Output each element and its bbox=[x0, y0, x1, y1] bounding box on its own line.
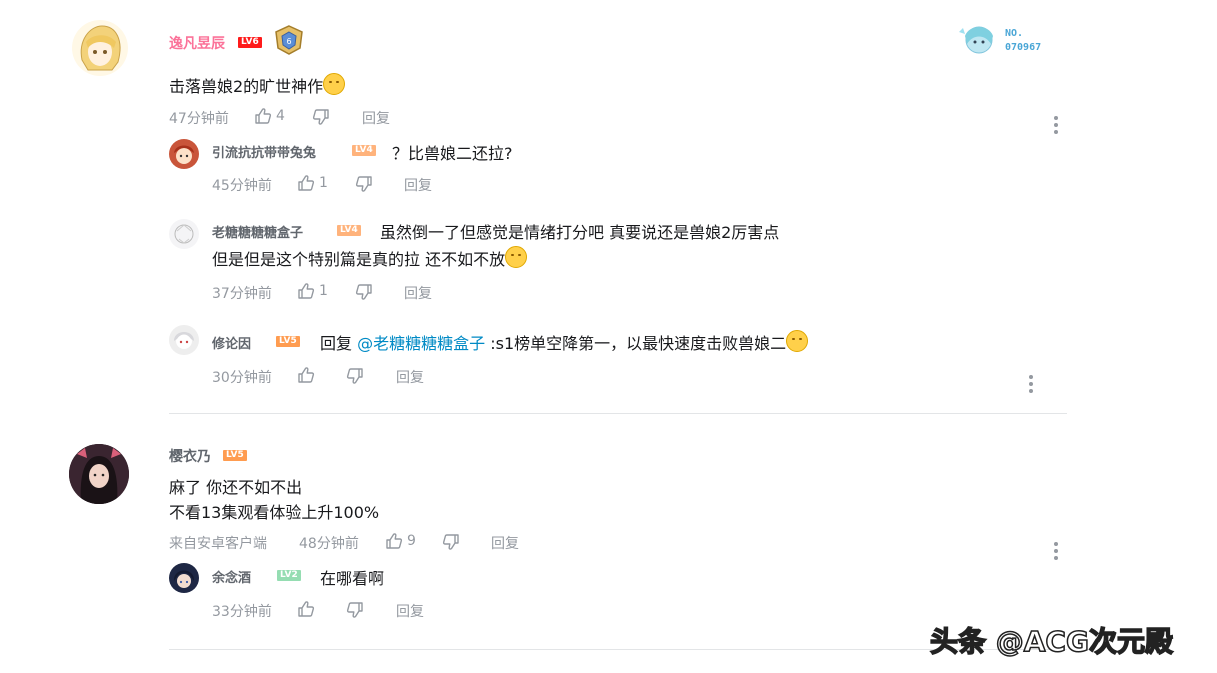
reply-button[interactable]: 回复 bbox=[396, 601, 424, 621]
reply-text-line2: 但是但是这个特别篇是真的拉 还不如不放 bbox=[212, 246, 528, 270]
character-icon bbox=[959, 26, 993, 54]
level-badge: LV4 bbox=[337, 225, 361, 236]
thumb-up-icon bbox=[297, 366, 315, 384]
level-badge: LV5 bbox=[276, 336, 300, 347]
laugh-emoji-icon bbox=[323, 73, 346, 95]
watermark: 头条 @ACG次元殿 bbox=[929, 624, 1173, 659]
avatar[interactable] bbox=[72, 20, 128, 76]
username[interactable]: 修论因 bbox=[212, 333, 251, 352]
dislike-button[interactable] bbox=[355, 175, 373, 193]
reply-time: 37分钟前 bbox=[212, 286, 272, 302]
username[interactable]: 老糖糖糖糖盒子 bbox=[212, 222, 303, 241]
avatar[interactable] bbox=[169, 139, 199, 169]
emoji-icon bbox=[505, 246, 528, 268]
comment-text: 击落兽娘2的旷世神作 bbox=[169, 73, 346, 97]
like-button[interactable]: 1 bbox=[297, 174, 328, 192]
avatar[interactable] bbox=[69, 444, 129, 504]
username[interactable]: 余念酒 bbox=[212, 567, 251, 586]
thumb-down-icon bbox=[442, 533, 460, 551]
thumb-up-icon bbox=[297, 282, 315, 300]
like-button[interactable]: 9 bbox=[385, 532, 416, 550]
comment-source: 来自安卓客户端 bbox=[169, 536, 267, 552]
thumb-down-icon bbox=[346, 601, 364, 619]
reply-time: 30分钟前 bbox=[212, 370, 272, 386]
like-count: 1 bbox=[319, 283, 328, 299]
comment-time: 47分钟前 bbox=[169, 111, 229, 127]
reply-time: 33分钟前 bbox=[212, 604, 272, 620]
thumb-down-icon bbox=[312, 108, 330, 126]
level-badge: LV2 bbox=[277, 570, 301, 581]
like-button[interactable] bbox=[297, 366, 315, 384]
svg-text:6: 6 bbox=[286, 37, 291, 46]
comment-text-line2: 不看13集观看体验上升100% bbox=[169, 503, 380, 522]
like-button[interactable] bbox=[297, 600, 315, 618]
thumb-down-icon bbox=[346, 367, 364, 385]
like-count: 4 bbox=[276, 108, 285, 124]
fan-badge-label: NO. bbox=[1005, 28, 1024, 39]
medal-icon: 6 bbox=[272, 24, 306, 56]
thumb-up-icon bbox=[385, 532, 403, 550]
mention-link[interactable]: @老糖糖糖糖盒子 bbox=[357, 334, 485, 353]
reply-text: 虽然倒一了但感觉是情绪打分吧 真要说还是兽娘2厉害点 bbox=[380, 223, 780, 242]
dislike-button[interactable] bbox=[312, 108, 330, 126]
more-options-icon[interactable] bbox=[1054, 542, 1058, 563]
like-button[interactable]: 4 bbox=[254, 107, 285, 125]
reply-button[interactable]: 回复 bbox=[362, 108, 390, 128]
comment-text-line1: 麻了 你还不如不出 bbox=[169, 478, 303, 497]
username[interactable]: 引流抗抗带带兔兔 bbox=[212, 142, 316, 161]
reply-text: ？比兽娘二还拉? bbox=[392, 144, 513, 163]
dislike-button[interactable] bbox=[346, 601, 364, 619]
username[interactable]: 樱衣乃 bbox=[169, 446, 211, 466]
thumb-down-icon bbox=[355, 283, 373, 301]
thumb-up-icon bbox=[297, 174, 315, 192]
reply-button[interactable]: 回复 bbox=[396, 367, 424, 387]
divider bbox=[169, 413, 1067, 414]
thumb-up-icon bbox=[297, 600, 315, 618]
reply-text: 在哪看啊 bbox=[320, 569, 385, 588]
like-count: 1 bbox=[319, 175, 328, 191]
reply-button[interactable]: 回复 bbox=[404, 283, 432, 303]
dislike-button[interactable] bbox=[346, 367, 364, 385]
reply-text: 回复 @老糖糖糖糖盒子 :s1榜单空降第一，以最快速度击败兽娘二 bbox=[320, 330, 809, 354]
comment-time: 48分钟前 bbox=[299, 536, 359, 552]
level-badge: LV5 bbox=[223, 450, 247, 461]
fan-badge-number: 070967 bbox=[1005, 42, 1042, 53]
reply-button[interactable]: 回复 bbox=[491, 533, 519, 553]
fan-badge: NO. 070967 bbox=[955, 22, 1065, 58]
like-button[interactable]: 1 bbox=[297, 282, 328, 300]
more-options-icon[interactable] bbox=[1029, 375, 1033, 396]
like-count: 9 bbox=[407, 533, 416, 549]
username[interactable]: 逸凡昱辰 bbox=[169, 33, 225, 53]
thumb-up-icon bbox=[254, 107, 272, 125]
level-badge: LV4 bbox=[352, 145, 376, 156]
thumb-down-icon bbox=[355, 175, 373, 193]
dislike-button[interactable] bbox=[442, 533, 460, 551]
reply-time: 45分钟前 bbox=[212, 178, 272, 194]
avatar[interactable] bbox=[169, 325, 199, 355]
laugh-emoji-icon bbox=[786, 330, 809, 352]
avatar[interactable] bbox=[169, 563, 199, 593]
level-badge: LV6 bbox=[238, 37, 262, 48]
dislike-button[interactable] bbox=[355, 283, 373, 301]
more-options-icon[interactable] bbox=[1054, 116, 1058, 137]
reply-button[interactable]: 回复 bbox=[404, 175, 432, 195]
avatar[interactable] bbox=[169, 219, 199, 249]
